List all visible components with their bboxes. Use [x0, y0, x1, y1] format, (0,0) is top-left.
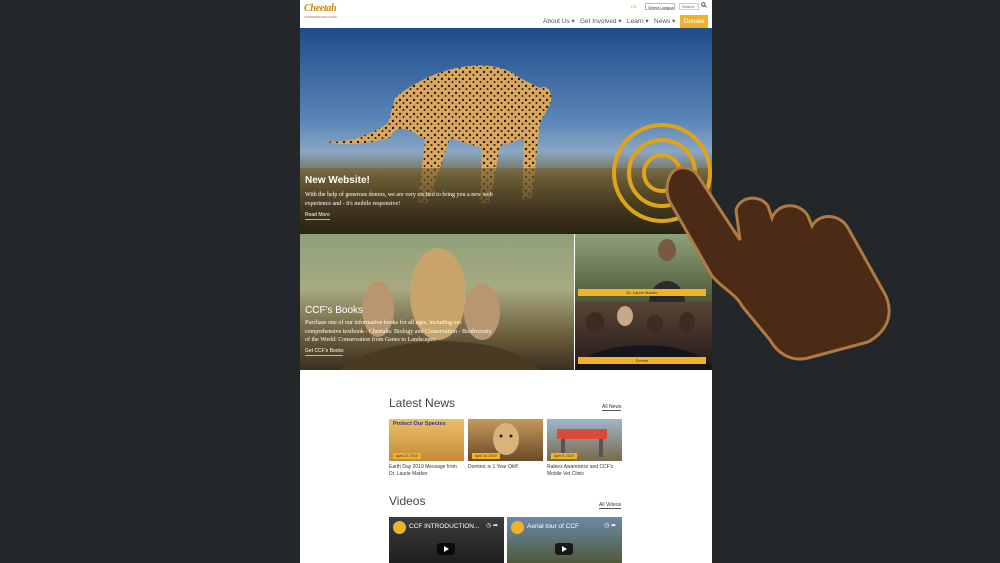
hero-title: New Website! — [305, 175, 370, 186]
all-videos-link[interactable]: All Videos — [599, 502, 622, 509]
news-caption[interactable]: Dominic is 1 Year Old!! — [468, 464, 543, 471]
news-date: April 16, 2019 — [472, 453, 500, 459]
books-text: Purchase one of our informative books fo… — [305, 320, 492, 343]
nav-about-us[interactable]: About Us ▾ — [543, 15, 575, 28]
cheetah-logo[interactable]: Cheetah CONSERVATION FUND — [304, 3, 338, 23]
news-image: April 8, 2019 — [547, 419, 622, 461]
nav-news[interactable]: News ▾ — [654, 15, 675, 28]
news-card[interactable]: April 8, 2019 Rabies Awareness and CCF's… — [547, 419, 622, 478]
donate-button[interactable]: Donate — [680, 15, 708, 28]
news-image: Protect Our Species April 22, 2019 — [389, 419, 464, 461]
news-card[interactable]: April 16, 2019 Dominic is 1 Year Old!! — [468, 419, 543, 471]
news-image: April 16, 2019 — [468, 419, 543, 461]
nav-get-involved[interactable]: Get Involved ▾ — [580, 15, 622, 28]
news-banner-text: Protect Our Species — [393, 421, 446, 427]
video-player[interactable]: Aerial tour of CCF ◷ ➦ — [507, 517, 622, 563]
video-title: CCF INTRODUCTION... — [409, 523, 480, 530]
play-icon[interactable] — [555, 543, 573, 555]
video-player[interactable]: CCF INTRODUCTION... ◷ ➦ — [389, 517, 504, 563]
books-title: CCF's Books — [305, 305, 364, 316]
site-header: Cheetah CONSERVATION FUND EN Select Lang… — [300, 0, 712, 28]
video-title: Aerial tour of CCF — [527, 523, 580, 530]
all-news-link[interactable]: All News — [602, 404, 622, 411]
videos-title: Videos — [389, 494, 426, 508]
ccf-channel-icon — [393, 521, 406, 534]
logo-text: Cheetah — [304, 3, 337, 14]
ccf-channel-icon — [511, 521, 524, 534]
nav-learn[interactable]: Learn ▾ — [627, 15, 649, 28]
read-more-link[interactable]: Read More — [305, 212, 330, 220]
share-icon[interactable]: ◷ ➦ — [486, 522, 498, 529]
search-input[interactable]: Search — [679, 3, 699, 10]
language-label[interactable]: EN — [631, 4, 637, 9]
play-icon[interactable] — [437, 543, 455, 555]
select-language-dropdown[interactable]: Select Langua — [645, 3, 675, 10]
logo-subtitle: CONSERVATION FUND — [304, 15, 337, 19]
news-caption[interactable]: Rabies Awareness and CCF's Mobile Vet Cl… — [547, 464, 622, 478]
news-caption[interactable]: Earth Day 2019 Message from Dr. Laurie M… — [389, 464, 464, 478]
news-date: April 22, 2019 — [393, 453, 421, 459]
news-card[interactable]: Protect Our Species April 22, 2019 Earth… — [389, 419, 464, 478]
share-icon[interactable]: ◷ ➦ — [604, 522, 616, 529]
hero-text: With the help of generous donors, we are… — [305, 192, 493, 207]
latest-news-title: Latest News — [389, 396, 456, 410]
news-date: April 8, 2019 — [551, 453, 577, 459]
touch-hand-icon — [612, 123, 891, 361]
get-books-link[interactable]: Get CCF's Books — [305, 348, 344, 356]
books-banner: CCF's Books Purchase one of our informat… — [300, 234, 574, 370]
search-icon[interactable] — [701, 2, 707, 8]
